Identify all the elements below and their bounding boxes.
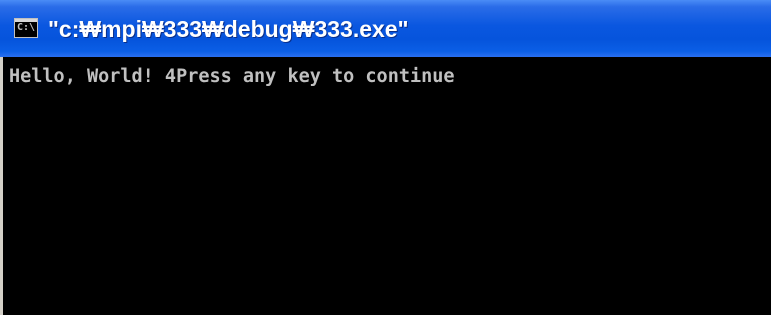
window-title: "c:₩mpi₩333₩debug₩333.exe" [48, 16, 409, 42]
title-bar[interactable]: C:\ "c:₩mpi₩333₩debug₩333.exe" [0, 0, 771, 57]
console-window: C:\ "c:₩mpi₩333₩debug₩333.exe" Hello, Wo… [0, 0, 771, 315]
console-window-icon[interactable]: C:\ [14, 18, 38, 38]
console-output-line: Hello, World! 4Press any key to continue [9, 66, 455, 87]
console-output-area[interactable]: Hello, World! 4Press any key to continue [0, 57, 771, 315]
